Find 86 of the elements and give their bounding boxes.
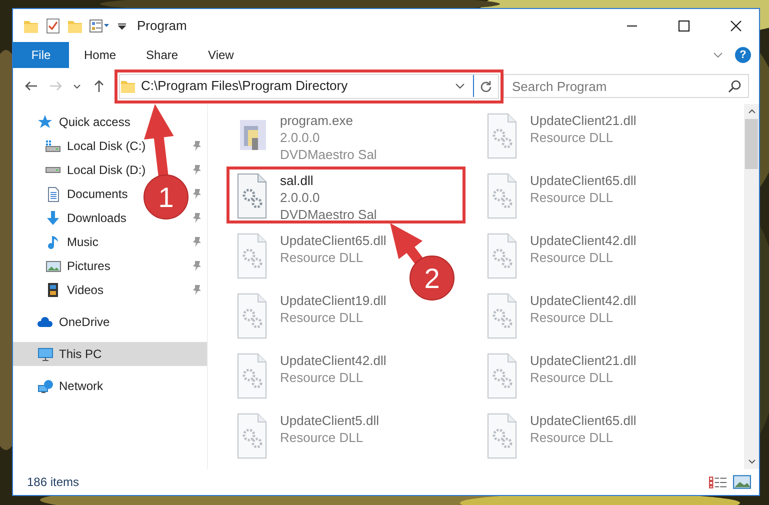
ribbon-tab[interactable]: View	[193, 42, 249, 68]
callout-number: 1	[158, 182, 174, 213]
file-detail: Resource DLL	[280, 249, 364, 266]
back-arrow-icon[interactable]	[24, 81, 38, 91]
properties-icon[interactable]	[89, 18, 111, 34]
cloud-icon	[37, 317, 53, 327]
file-name[interactable]: UpdateClient65.dll	[530, 172, 636, 189]
large-icons-view-icon[interactable]	[733, 475, 751, 489]
dropdown-caret-icon[interactable]	[73, 84, 82, 88]
file-detail: 2.0.0.0	[280, 129, 320, 146]
scroll-down-icon[interactable]	[748, 459, 756, 464]
star-icon	[37, 114, 53, 130]
sidebar-item[interactable]: Local Disk (C:)	[67, 137, 146, 155]
ribbon-tab[interactable]: Home	[69, 42, 132, 68]
file-detail: Resource DLL	[530, 429, 614, 446]
details-view-icon[interactable]	[709, 476, 727, 488]
close-icon[interactable]	[730, 20, 742, 32]
help-button[interactable]: ?	[735, 47, 751, 63]
file-name[interactable]: UpdateClient65.dll	[530, 412, 636, 429]
file-tab[interactable]: File	[13, 42, 69, 68]
file-detail: DVDMaestro Sal	[280, 206, 377, 223]
refresh-icon[interactable]	[480, 80, 492, 92]
sidebar-item[interactable]: Local Disk (D:)	[67, 161, 146, 179]
file-name[interactable]: UpdateClient21.dll	[530, 352, 636, 369]
file-name[interactable]: UpdateClient5.dll	[280, 412, 380, 429]
pin-icon[interactable]	[193, 237, 201, 247]
sidebar-item[interactable]: This PC	[59, 345, 102, 363]
pin-icon[interactable]	[193, 189, 201, 199]
window-title: Program	[137, 16, 187, 35]
file-name[interactable]: UpdateClient42.dll	[530, 292, 636, 309]
file-detail: Resource DLL	[280, 309, 364, 326]
file-name[interactable]: program.exe	[280, 112, 353, 129]
file-detail: Resource DLL	[530, 129, 614, 146]
up-arrow-icon[interactable]	[94, 79, 104, 93]
monitor-icon	[38, 348, 52, 360]
callout-circle	[144, 174, 188, 220]
file-detail: Resource DLL	[530, 249, 614, 266]
drive-icon	[45, 167, 61, 173]
file-name[interactable]: UpdateClient42.dll	[280, 352, 386, 369]
pin-icon[interactable]	[193, 213, 201, 223]
file-name[interactable]: UpdateClient65.dll	[280, 232, 386, 249]
expand-ribbon-icon[interactable]	[713, 52, 723, 58]
folder-icon	[120, 78, 136, 94]
file-detail: Resource DLL	[530, 309, 614, 326]
sidebar-item[interactable]: Documents	[67, 185, 128, 203]
file-detail: Resource DLL	[530, 369, 614, 386]
callout-number: 2	[424, 263, 440, 294]
pin-icon[interactable]	[193, 165, 201, 175]
address-bar[interactable]: C:\Program Files\Program Directory	[119, 74, 500, 98]
scroll-up-icon[interactable]	[748, 109, 756, 114]
sidebar-item[interactable]: Downloads	[67, 209, 126, 227]
callout-circle	[410, 256, 454, 300]
file-name[interactable]: sal.dll	[280, 172, 314, 189]
pin-icon[interactable]	[193, 261, 201, 271]
scrollbar[interactable]	[744, 104, 759, 469]
picture-icon	[46, 260, 60, 272]
checklist-icon[interactable]	[45, 18, 61, 34]
file-name[interactable]: UpdateClient19.dll	[280, 292, 386, 309]
sidebar-item[interactable]: OneDrive	[59, 313, 110, 331]
item-count: 186 items	[27, 474, 80, 491]
music-note-icon	[48, 236, 58, 248]
sidebar-item[interactable]: Network	[59, 377, 104, 395]
sidebar-item[interactable]: Quick access	[59, 113, 130, 131]
sidebar-item[interactable]: Videos	[67, 281, 104, 299]
search-field[interactable]: Search Program	[503, 74, 750, 98]
file-name[interactable]: UpdateClient21.dll	[530, 112, 636, 129]
pin-icon[interactable]	[193, 141, 201, 151]
file-detail: Resource DLL	[530, 189, 614, 206]
pin-icon[interactable]	[193, 285, 201, 295]
file-detail: Resource DLL	[280, 429, 364, 446]
network-icon	[38, 380, 52, 392]
file-detail: 2.0.0.0	[280, 189, 320, 206]
file-detail: Resource DLL	[280, 369, 364, 386]
file-detail: DVDMaestro Sal	[280, 146, 377, 163]
sidebar-item[interactable]: Pictures	[67, 257, 110, 275]
document-icon	[48, 186, 58, 202]
search-icon[interactable]	[728, 79, 742, 93]
sidebar-item[interactable]: Music	[67, 233, 98, 251]
file-name[interactable]: UpdateClient42.dll	[530, 232, 636, 249]
dropdown-caret-icon[interactable]	[455, 83, 466, 89]
film-icon	[48, 283, 58, 297]
drive-icon	[45, 140, 61, 152]
scroll-thumb[interactable]	[745, 119, 758, 169]
ribbon-tab[interactable]: Share	[131, 42, 194, 68]
maximize-icon[interactable]	[678, 20, 690, 32]
download-arrow-icon	[47, 211, 59, 225]
